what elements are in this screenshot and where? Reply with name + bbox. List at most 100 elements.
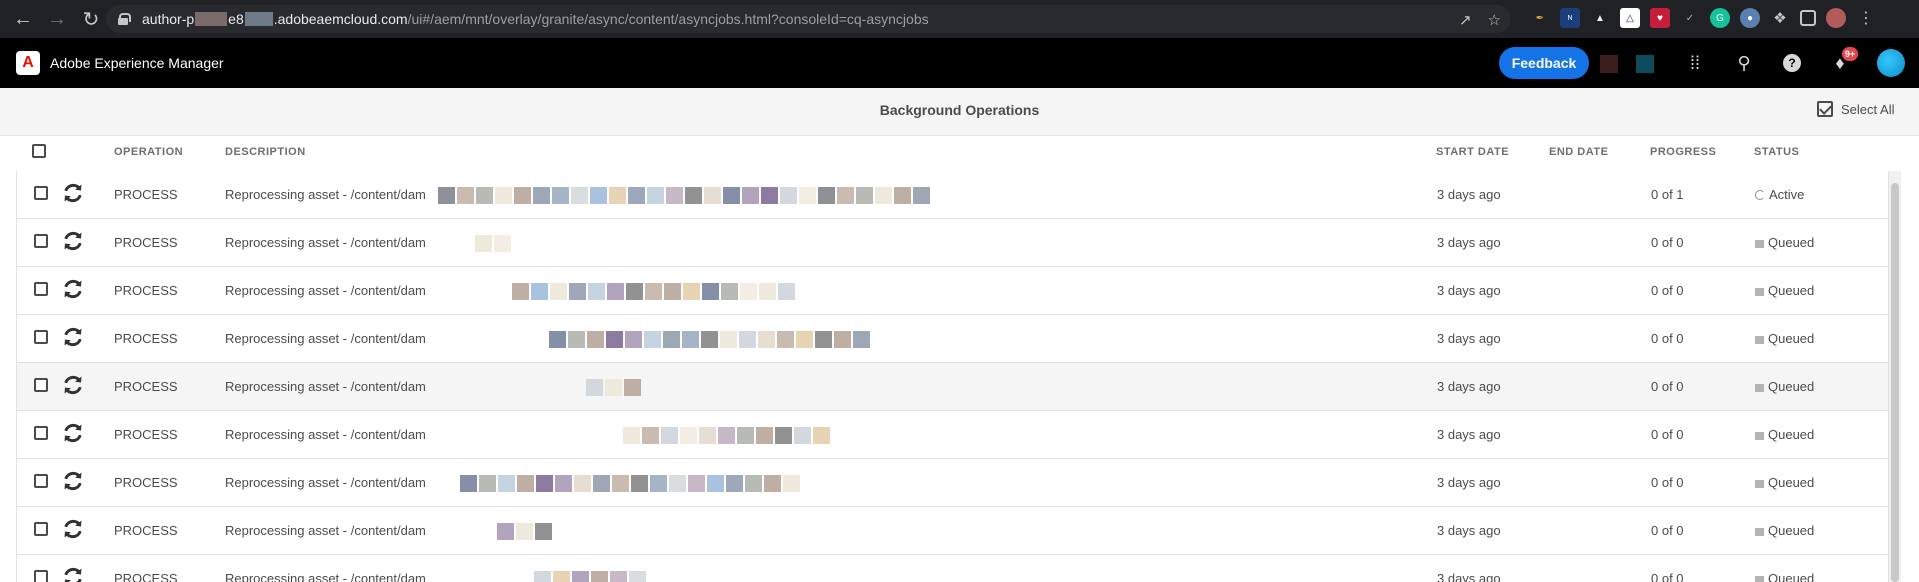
table-row[interactable]: PROCESS Reprocessing asset - /content/dam…	[17, 315, 1888, 363]
redacted-block	[517, 475, 534, 492]
start-date-cell: 3 days ago	[1437, 379, 1501, 394]
select-all-checkbox[interactable]	[32, 144, 46, 158]
table-row[interactable]: PROCESS Reprocessing asset - /content/dam…	[17, 363, 1888, 411]
lock-icon	[118, 13, 131, 25]
pen-extension-icon[interactable]: ✒	[1530, 8, 1550, 28]
bookmark-star-icon[interactable]: ☆	[1488, 11, 1501, 29]
column-header-description[interactable]: DESCRIPTION	[225, 146, 306, 158]
profile-avatar-icon[interactable]	[1826, 8, 1846, 28]
scrollbar[interactable]	[1889, 171, 1901, 582]
puzzle-extensions-icon[interactable]: ❖	[1770, 8, 1790, 28]
shield-extension-icon[interactable]: ♥	[1650, 8, 1670, 28]
redacted-block	[685, 187, 702, 204]
redacted-block	[647, 187, 664, 204]
table-row[interactable]: PROCESS Reprocessing asset - /content/dam…	[17, 555, 1888, 582]
sidepanel-icon[interactable]	[1800, 10, 1816, 26]
redacted-block	[535, 523, 552, 540]
redacted-block	[476, 187, 493, 204]
grammarly-extension-icon[interactable]: G	[1710, 8, 1730, 28]
table-row[interactable]: PROCESS Reprocessing asset - /content/dam…	[17, 411, 1888, 459]
row-checkbox[interactable]	[34, 186, 48, 200]
redacted-block	[913, 187, 930, 204]
redacted-block	[498, 475, 515, 492]
notifications-bell-icon[interactable]: ♦ 9+	[1828, 47, 1858, 75]
description-cell: Reprocessing asset - /content/dam	[225, 235, 426, 250]
action-bar: Background Operations Select All	[0, 88, 1919, 136]
row-checkbox[interactable]	[34, 570, 48, 582]
column-header-progress[interactable]: PROGRESS	[1650, 146, 1716, 158]
operation-cell: PROCESS	[114, 523, 178, 538]
start-date-cell: 3 days ago	[1437, 187, 1501, 202]
search-icon[interactable]: ⚲	[1732, 51, 1756, 75]
redacted-block	[756, 427, 773, 444]
row-checkbox[interactable]	[34, 282, 48, 296]
back-icon[interactable]: ←	[6, 0, 40, 38]
redacted-block	[875, 187, 892, 204]
status-cell: Queued	[1755, 571, 1814, 582]
globe-extension-icon[interactable]: ●	[1740, 8, 1760, 28]
reload-icon[interactable]: ↻	[74, 0, 108, 38]
table-row[interactable]: PROCESS Reprocessing asset - /content/dam…	[17, 267, 1888, 315]
redacted-block	[720, 331, 737, 348]
redacted-block	[244, 12, 273, 26]
redacted-block	[479, 475, 496, 492]
address-bar[interactable]: author-p e8 .adobeaemcloud.com/ui#/aem/mnt…	[106, 5, 1511, 33]
redacted-block	[702, 283, 719, 300]
status-label: Queued	[1768, 283, 1815, 298]
description-cell: Reprocessing asset - /content/dam	[225, 379, 426, 394]
description-cell: Reprocessing asset - /content/dam	[225, 571, 426, 582]
scrollbar-thumb[interactable]	[1891, 183, 1899, 582]
status-label: Queued	[1768, 523, 1815, 538]
redacted-block	[495, 187, 512, 204]
table-row[interactable]: PROCESS Reprocessing asset - /content/dam…	[17, 507, 1888, 555]
row-checkbox[interactable]	[34, 474, 48, 488]
table-row[interactable]: PROCESS Reprocessing asset - /content/dam…	[17, 459, 1888, 507]
app-title[interactable]: Adobe Experience Manager	[50, 55, 224, 71]
column-header-operation[interactable]: OPERATION	[114, 146, 183, 158]
row-checkbox[interactable]	[34, 330, 48, 344]
feedback-button[interactable]: Feedback	[1499, 47, 1589, 79]
column-header-status[interactable]: STATUS	[1754, 146, 1799, 158]
browser-toolbar: ← → ↻ author-p e8 .adobeaemcloud.com/ui#/a…	[0, 0, 1919, 38]
redacted-block	[721, 283, 738, 300]
row-checkbox[interactable]	[34, 234, 48, 248]
status-cell: Queued	[1755, 379, 1814, 394]
forward-icon[interactable]: →	[40, 0, 74, 38]
hat-extension-icon[interactable]: ▲	[1590, 8, 1610, 28]
select-all-button[interactable]: Select All	[1817, 101, 1894, 117]
column-header-start-date[interactable]: START DATE	[1436, 146, 1509, 158]
column-header-end-date[interactable]: END DATE	[1549, 146, 1608, 158]
progress-cell: 0 of 0	[1651, 475, 1684, 490]
progress-cell: 0 of 0	[1651, 427, 1684, 442]
table-row[interactable]: PROCESS Reprocessing asset - /content/dam…	[17, 171, 1888, 219]
redacted-block	[704, 187, 721, 204]
redacted-block	[516, 523, 533, 540]
progress-cell: 0 of 0	[1651, 331, 1684, 346]
row-checkbox[interactable]	[34, 426, 48, 440]
new-extension-icon[interactable]: N	[1560, 8, 1580, 28]
apps-grid-icon[interactable]: ⁞⁞	[1683, 51, 1707, 75]
help-icon[interactable]: ?	[1780, 51, 1804, 75]
row-checkbox[interactable]	[34, 378, 48, 392]
share-icon[interactable]: ↗	[1459, 11, 1472, 29]
table-row[interactable]: PROCESS Reprocessing asset - /content/dam…	[17, 219, 1888, 267]
browser-menu-icon[interactable]: ⋮	[1856, 8, 1876, 28]
adobe-logo-icon[interactable]: A	[16, 51, 40, 75]
user-avatar[interactable]	[1877, 49, 1905, 77]
queued-status-icon	[1755, 336, 1764, 344]
brush-extension-icon[interactable]: ✓	[1680, 8, 1700, 28]
redacted-block	[737, 427, 754, 444]
queued-status-icon	[1755, 576, 1764, 582]
redacted-block	[740, 283, 757, 300]
solution-switcher-swatch-1[interactable]	[1600, 55, 1618, 73]
solution-switcher-swatch-2[interactable]	[1636, 55, 1654, 73]
operation-cell: PROCESS	[114, 379, 178, 394]
drive-extension-icon[interactable]: △	[1620, 8, 1640, 28]
page-title: Background Operations	[879, 102, 1040, 118]
operation-cell: PROCESS	[114, 331, 178, 346]
row-checkbox[interactable]	[34, 522, 48, 536]
redacted-block	[794, 427, 811, 444]
redacted-block	[550, 283, 567, 300]
status-label: Queued	[1768, 379, 1815, 394]
redacted-block	[460, 475, 477, 492]
